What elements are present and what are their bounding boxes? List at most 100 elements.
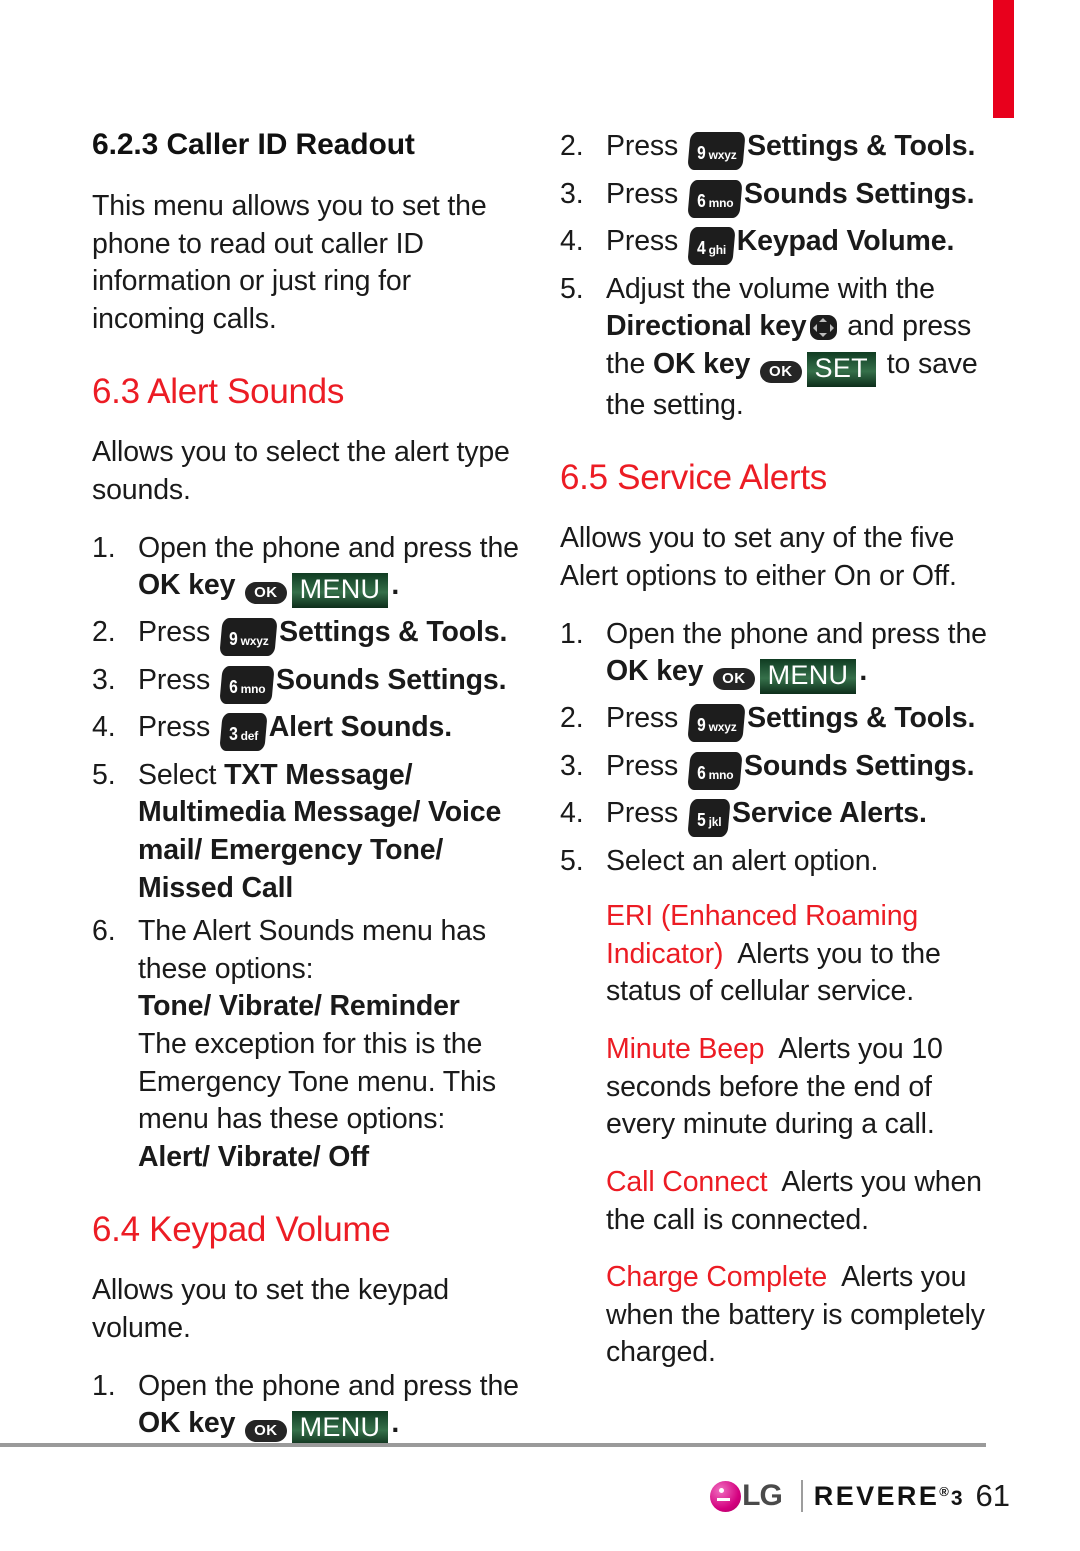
definition-eri: ERI (Enhanced Roaming Indicator) Alerts … bbox=[560, 898, 990, 1011]
key-letters: mno bbox=[708, 767, 734, 782]
step-number: 2. bbox=[560, 702, 584, 735]
step-bold-term: Sounds Settings bbox=[276, 663, 499, 696]
key-6-mno-icon: 6 mno bbox=[687, 751, 743, 790]
step-text-pre: Press bbox=[606, 225, 686, 257]
list-item: 1. Open the phone and press the OK key OK… bbox=[92, 530, 522, 609]
menu-softkey-icon: MENU bbox=[291, 573, 389, 609]
list-item: 2. Press 9 wxyz Settings & Tools. bbox=[560, 700, 990, 742]
step-number: 3. bbox=[92, 663, 116, 696]
keypad-volume-step-list-continued: 2. Press 9 wxyz Settings & Tools. 3. Press 6… bbox=[560, 128, 990, 424]
revere-wordmark: REVERE®3 bbox=[814, 1481, 963, 1512]
step-text-post: . bbox=[391, 1407, 400, 1440]
step-bold-term: Settings & Tools bbox=[279, 616, 500, 649]
step-number: 1. bbox=[560, 617, 584, 650]
step-text-post: . bbox=[919, 797, 927, 830]
step-bold-term: Settings & Tools bbox=[747, 130, 968, 162]
step-bold-term-2: OK key bbox=[652, 347, 751, 380]
list-item: 5. Select TXT Message/ Multimedia Message… bbox=[92, 757, 522, 907]
section-heading-65: 6.5 Service Alerts bbox=[560, 458, 827, 498]
keypad-volume-step-list: 1. Open the phone and press the OK key OK… bbox=[92, 1368, 522, 1447]
key-letters: mno bbox=[240, 681, 266, 696]
key-digit: 9 bbox=[696, 143, 706, 165]
list-item: 3. Press 6 mno Sounds Settings. bbox=[560, 176, 990, 217]
step-text-pre: Press bbox=[138, 616, 218, 649]
key-digit: 6 bbox=[228, 676, 238, 699]
step-text-pre: Select bbox=[138, 758, 225, 791]
step-number: 4. bbox=[92, 711, 116, 744]
caller-id-intro-paragraph: This menu allows you to set the phone to… bbox=[92, 190, 487, 335]
list-item: 3. Press 6 mno Sounds Settings. bbox=[560, 748, 990, 790]
menu-softkey-icon: MENU bbox=[291, 1411, 389, 1447]
page-number: 61 bbox=[975, 1478, 1010, 1513]
step-text-post: . bbox=[444, 711, 453, 744]
right-column: 2. Press 9 wxyz Settings & Tools. 3. Press 6… bbox=[560, 128, 990, 1392]
step-text-post: . bbox=[499, 616, 508, 649]
step-text-post: . bbox=[966, 749, 975, 782]
key-letters: wxyz bbox=[708, 148, 737, 162]
key-letters: wxyz bbox=[240, 634, 269, 649]
step-text-pre: Press bbox=[606, 749, 686, 782]
list-item: 4. Press 3 def Alert Sounds. bbox=[92, 709, 522, 751]
step-number: 1. bbox=[92, 1369, 116, 1402]
step-number: 4. bbox=[560, 797, 584, 830]
key-letters: ghi bbox=[708, 243, 727, 257]
step-bold-term: Keypad Volume bbox=[736, 225, 947, 257]
ok-key-icon: OK bbox=[760, 360, 802, 383]
list-item: 6. The Alert Sounds menu has these option… bbox=[92, 913, 522, 1176]
step-number: 3. bbox=[560, 177, 584, 210]
step-text-pre: Press bbox=[606, 177, 686, 210]
step-bold-term: OK key bbox=[138, 1407, 236, 1440]
list-item: 4. Press 4 ghi Keypad Volume. bbox=[560, 223, 990, 265]
step-bold-term: Settings & Tools bbox=[747, 702, 968, 735]
set-softkey-icon: SET bbox=[806, 351, 876, 387]
key-5-jkl-icon: 5 jkl bbox=[687, 799, 731, 837]
list-item: 3. Press 6 mno Sounds Settings. bbox=[92, 662, 522, 704]
step-text-post: . bbox=[967, 130, 976, 162]
definition-term: Call Connect bbox=[606, 1165, 768, 1198]
step-number: 2. bbox=[92, 616, 116, 649]
menu-softkey-icon: MENU bbox=[759, 659, 857, 695]
step-bold-term: OK key bbox=[606, 655, 704, 688]
key-letters: jkl bbox=[708, 815, 722, 830]
key-9-wxyz-icon: 9 wxyz bbox=[687, 704, 746, 742]
definition-term: Charge Complete bbox=[606, 1261, 828, 1294]
step-number: 4. bbox=[560, 225, 584, 257]
step-text-pre: The Alert Sounds menu has these options: bbox=[138, 915, 486, 985]
service-alerts-intro-paragraph: Allows you to set any of the five Alert … bbox=[560, 522, 957, 592]
ok-key-icon: OK bbox=[245, 582, 287, 605]
step-bold-term: Sounds Settings bbox=[744, 177, 967, 210]
step-text-pre: Press bbox=[606, 797, 686, 830]
step-text-post: . bbox=[946, 225, 955, 257]
list-item: 4. Press 5 jkl Service Alerts. bbox=[560, 795, 990, 837]
step-bold-term: Tone/ Vibrate/ Reminder bbox=[138, 990, 460, 1023]
key-digit: 4 bbox=[696, 238, 706, 260]
lg-logo: LG bbox=[710, 1479, 783, 1513]
ok-key-icon: OK bbox=[245, 1420, 287, 1443]
key-letters: mno bbox=[708, 195, 734, 210]
definition-charge-complete: Charge Complete Alerts you when the batt… bbox=[560, 1259, 990, 1372]
alert-sounds-intro-paragraph: Allows you to select the alert type soun… bbox=[92, 436, 510, 507]
step-bold-term: Directional key bbox=[606, 310, 807, 343]
subsection-heading-623: 6.2.3 Caller ID Readout bbox=[92, 128, 415, 161]
step-bold-term: Service Alerts bbox=[732, 797, 919, 830]
step-text-post: . bbox=[967, 702, 976, 735]
ok-key-icon: OK bbox=[713, 668, 755, 691]
step-number: 5. bbox=[560, 844, 584, 877]
service-alerts-step-list: 1. Open the phone and press the OK key OK… bbox=[560, 616, 990, 881]
step-text-pre: Adjust the volume with the bbox=[606, 272, 935, 305]
key-letters: def bbox=[240, 729, 259, 744]
list-item: 1. Open the phone and press the OK key OK… bbox=[92, 1368, 522, 1447]
step-number: 5. bbox=[560, 272, 584, 305]
decorative-red-tab bbox=[993, 0, 1014, 118]
key-9-wxyz-icon: 9 wxyz bbox=[219, 618, 278, 656]
key-digit: 5 bbox=[696, 810, 706, 833]
left-column: 6.2.3 Caller ID Readout This menu allows… bbox=[92, 128, 522, 1452]
step-text-pre: Select an alert option. bbox=[606, 844, 879, 877]
alert-sounds-step-list: 1. Open the phone and press the OK key OK… bbox=[92, 530, 522, 1177]
footer-separator bbox=[800, 1480, 803, 1512]
step-bold-term: Alert Sounds bbox=[268, 711, 445, 744]
step-number: 1. bbox=[92, 531, 116, 564]
step-number: 6. bbox=[92, 915, 116, 948]
model-version: 3 bbox=[950, 1486, 963, 1510]
section-heading-64: 6.4 Keypad Volume bbox=[92, 1210, 391, 1250]
